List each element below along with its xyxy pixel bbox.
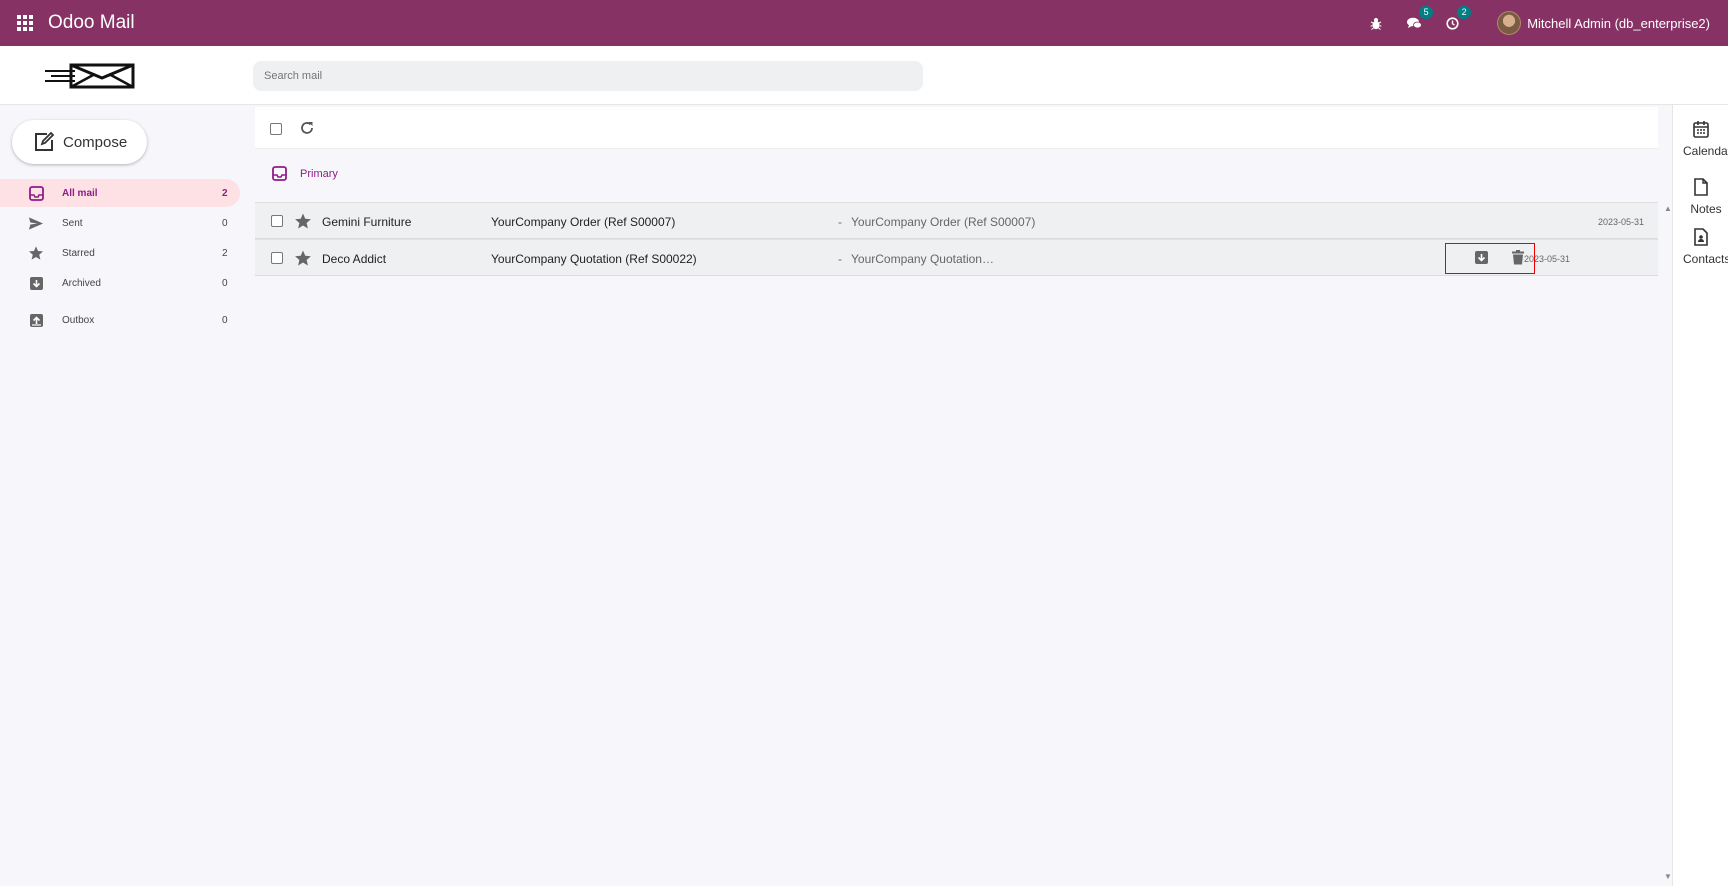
notes-button[interactable]: Notes (1673, 178, 1728, 216)
sidebar-item-label: Archived (62, 277, 101, 289)
email-checkbox[interactable] (271, 215, 283, 227)
sidebar-item-all-mail[interactable]: All mail 2 (0, 179, 240, 207)
star-icon[interactable] (294, 212, 312, 230)
contacts-button[interactable]: Contacts (1673, 228, 1728, 266)
archive-icon (28, 275, 44, 291)
inbox-icon (28, 185, 44, 201)
star-icon (28, 245, 44, 261)
user-menu[interactable]: Mitchell Admin (db_enterprise2) (1497, 11, 1710, 35)
outbox-icon (28, 312, 44, 328)
mail-header (0, 46, 1728, 105)
email-preview: YourCompany Order (Ref S00007) (851, 215, 1036, 229)
sidebar-item-sent[interactable]: Sent 0 (0, 209, 240, 237)
avatar (1497, 11, 1522, 35)
calendar-icon (1693, 121, 1709, 138)
email-row[interactable]: Deco Addict YourCompany Quotation (Ref S… (255, 239, 1658, 276)
archive-icon[interactable] (1473, 249, 1489, 265)
chat-icon[interactable]: 5 (1405, 6, 1434, 32)
sidebar: Compose All mail 2 Sent 0 Starred 2 Arch… (0, 105, 250, 886)
sidebar-item-count: 2 (222, 187, 228, 199)
sidebar-item-count: 0 (222, 277, 228, 289)
sidebar-item-label: Sent (62, 217, 83, 229)
note-icon (1694, 178, 1708, 196)
email-checkbox[interactable] (271, 252, 283, 264)
trash-icon[interactable] (1510, 249, 1526, 265)
email-separator: - (838, 215, 842, 229)
app-grid-icon[interactable] (17, 15, 33, 31)
calendar-label: Calendar (1683, 144, 1728, 158)
notes-label: Notes (1690, 202, 1722, 216)
sidebar-item-archived[interactable]: Archived 0 (0, 269, 240, 297)
email-separator: - (838, 252, 842, 266)
scroll-down-icon[interactable]: ▼ (1664, 872, 1672, 881)
activity-badge: 2 (1457, 6, 1472, 19)
email-date: 2023-05-31 (1597, 217, 1644, 227)
sidebar-item-count: 0 (222, 314, 228, 326)
mail-logo-icon (45, 63, 135, 89)
contact-icon (1694, 228, 1708, 246)
tab-primary[interactable]: Primary (261, 149, 480, 205)
search-input[interactable] (253, 61, 923, 91)
sidebar-item-count: 2 (222, 247, 228, 259)
top-navbar: Odoo Mail 5 2 Mitchell Admin (db_enterpr… (0, 0, 1728, 46)
email-subject: YourCompany Order (Ref S00007) (491, 215, 676, 229)
sidebar-item-label: All mail (62, 187, 98, 199)
activity-clock-icon[interactable]: 2 (1443, 6, 1472, 32)
email-preview: YourCompany Quotation… (851, 252, 994, 266)
email-row[interactable]: Gemini Furniture YourCompany Order (Ref … (255, 202, 1658, 239)
sidebar-item-outbox[interactable]: Outbox 0 (0, 306, 240, 334)
email-sender: Deco Addict (322, 252, 387, 266)
mail-tabs: Primary (255, 149, 1658, 205)
sidebar-item-starred[interactable]: Starred 2 (0, 239, 240, 267)
mail-list-panel: Primary Gemini Furniture YourCompany Ord… (250, 105, 1672, 886)
inbox-icon (272, 166, 287, 181)
systray: 5 2 Mitchell Admin (db_enterprise2) (1347, 0, 1710, 46)
email-sender: Gemini Furniture (322, 215, 412, 229)
row-actions-highlight (1445, 243, 1535, 274)
email-subject: YourCompany Quotation (Ref S00022) (491, 252, 697, 266)
select-all-checkbox[interactable] (270, 123, 282, 135)
email-list: Gemini Furniture YourCompany Order (Ref … (255, 202, 1658, 276)
compose-pencil-icon (35, 131, 55, 151)
send-icon (28, 215, 44, 231)
debug-bug-icon[interactable] (1367, 14, 1385, 32)
calendar-button[interactable]: Calendar (1673, 120, 1728, 158)
star-icon[interactable] (294, 249, 312, 267)
tab-label: Primary (300, 168, 338, 180)
chat-badge: 5 (1419, 6, 1434, 19)
compose-button[interactable]: Compose (12, 120, 147, 164)
list-toolbar (255, 107, 1658, 149)
app-title[interactable]: Odoo Mail (48, 12, 135, 34)
user-name: Mitchell Admin (db_enterprise2) (1527, 15, 1710, 31)
right-app-panel: Calendar Notes Contacts (1672, 105, 1728, 886)
compose-label: Compose (63, 133, 128, 151)
sidebar-item-label: Starred (62, 247, 95, 259)
contacts-label: Contacts (1683, 252, 1728, 266)
sidebar-item-label: Outbox (62, 314, 95, 326)
refresh-icon[interactable] (299, 120, 315, 136)
sidebar-item-count: 0 (222, 217, 228, 229)
scroll-up-icon[interactable]: ▲ (1664, 204, 1672, 213)
